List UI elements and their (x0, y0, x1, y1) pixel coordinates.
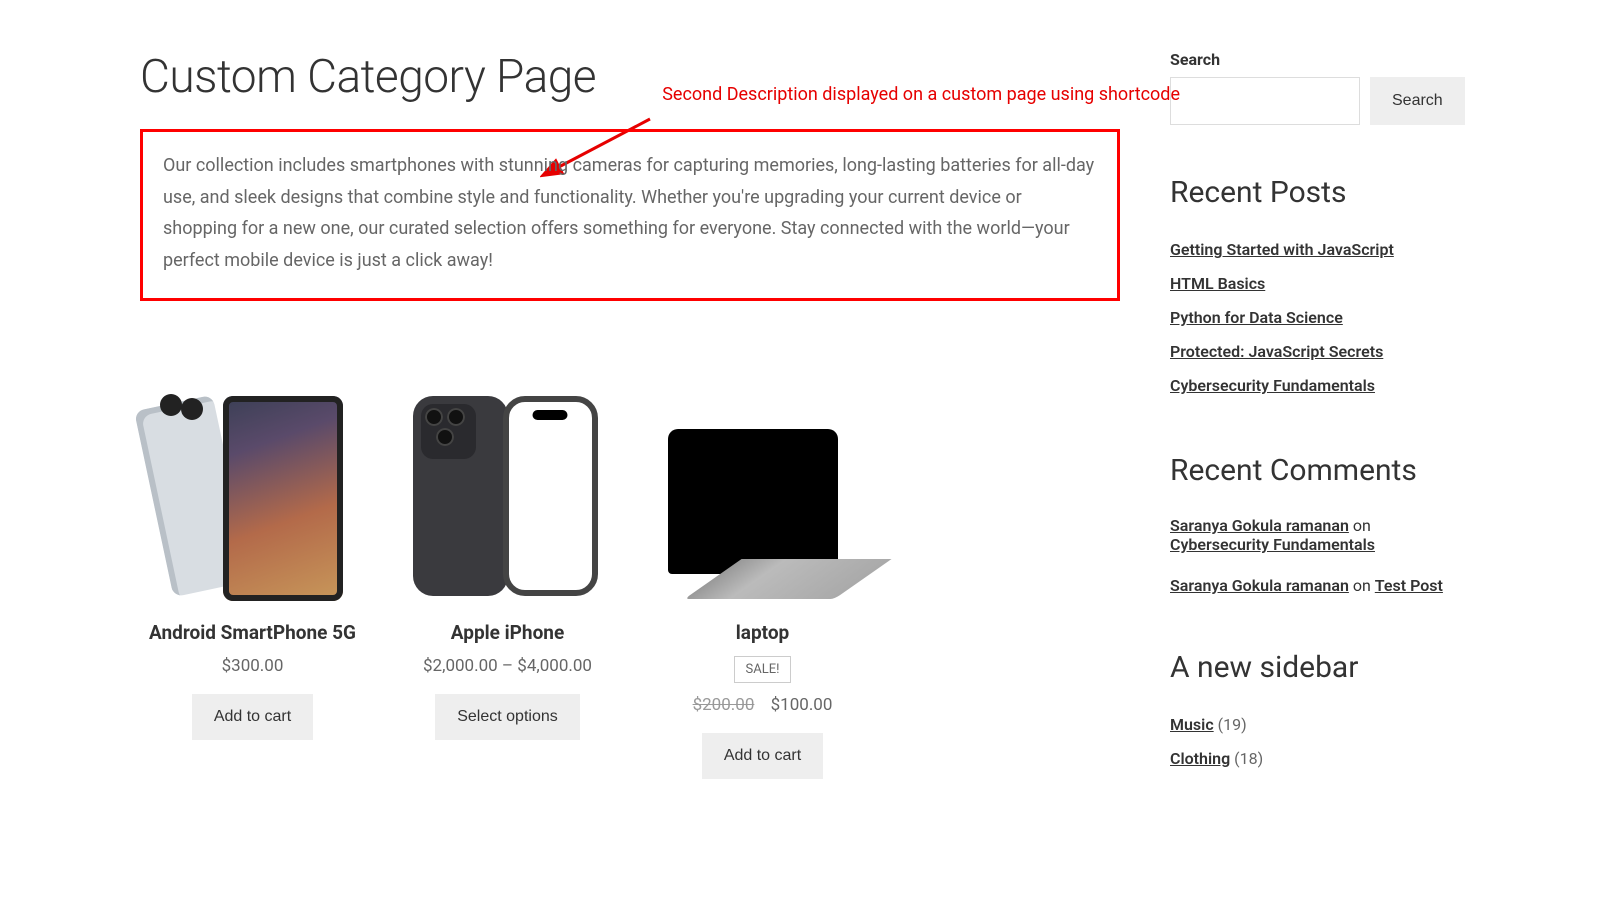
old-price: $200.00 (693, 695, 755, 715)
products-grid: Android SmartPhone 5G $300.00 Add to car… (140, 396, 1120, 779)
widget-title: Recent Posts (1170, 175, 1460, 210)
annotation-wrapper: Second Description displayed on a custom… (140, 129, 1120, 301)
comment-item: Saranya Gokula ramanan on Test Post (1170, 576, 1460, 595)
recent-post-link[interactable]: Cybersecurity Fundamentals (1170, 376, 1375, 395)
product-name[interactable]: Apple iPhone (395, 621, 620, 646)
product-image[interactable] (148, 396, 358, 606)
sale-badge: SALE! (734, 656, 792, 683)
category-list: Music (19) Clothing (18) (1170, 713, 1460, 771)
product-price: $300.00 (140, 656, 365, 676)
product-card: Android SmartPhone 5G $300.00 Add to car… (140, 396, 365, 740)
search-button[interactable]: Search (1370, 77, 1465, 125)
product-price: $2,000.00 – $4,000.00 (395, 656, 620, 676)
description-text: Our collection includes smartphones with… (163, 150, 1097, 276)
search-form: Search (1170, 77, 1460, 125)
annotation-text: Second Description displayed on a custom… (662, 84, 1180, 105)
category-count: (19) (1218, 715, 1247, 734)
comment-on-text: on (1353, 576, 1371, 595)
add-to-cart-button[interactable]: Add to cart (702, 733, 823, 779)
product-name[interactable]: laptop (650, 621, 875, 646)
product-name[interactable]: Android SmartPhone 5G (140, 621, 365, 646)
product-image[interactable] (403, 396, 613, 606)
new-sidebar-widget: A new sidebar Music (19) Clothing (18) (1170, 650, 1460, 771)
current-price: $100.00 (771, 695, 833, 715)
search-label: Search (1170, 50, 1460, 69)
comment-author-link[interactable]: Saranya Gokula ramanan (1170, 576, 1349, 595)
widget-title: Recent Comments (1170, 453, 1460, 488)
comment-post-link[interactable]: Test Post (1375, 576, 1443, 595)
comment-item: Saranya Gokula ramanan on Cybersecurity … (1170, 516, 1460, 554)
category-link[interactable]: Clothing (1170, 749, 1230, 768)
widget-title: A new sidebar (1170, 650, 1460, 685)
comment-author-link[interactable]: Saranya Gokula ramanan (1170, 516, 1349, 535)
category-link[interactable]: Music (1170, 715, 1214, 734)
select-options-button[interactable]: Select options (435, 694, 580, 740)
comment-on-text: on (1353, 516, 1371, 535)
comment-post-link[interactable]: Cybersecurity Fundamentals (1170, 535, 1375, 554)
product-card: laptop SALE! $200.00 $100.00 Add to cart (650, 396, 875, 779)
recent-posts-list: Getting Started with JavaScript HTML Bas… (1170, 238, 1460, 398)
description-box: Our collection includes smartphones with… (140, 129, 1120, 301)
recent-post-link[interactable]: HTML Basics (1170, 274, 1265, 293)
laptop-icon (658, 429, 868, 599)
product-price: $200.00 $100.00 (650, 695, 875, 715)
sidebar: Search Search Recent Posts Getting Start… (1170, 50, 1460, 826)
recent-post-link[interactable]: Protected: JavaScript Secrets (1170, 342, 1383, 361)
product-card: Apple iPhone $2,000.00 – $4,000.00 Selec… (395, 396, 620, 740)
category-count: (18) (1234, 749, 1263, 768)
add-to-cart-button[interactable]: Add to cart (192, 694, 313, 740)
recent-post-link[interactable]: Python for Data Science (1170, 308, 1343, 327)
product-image[interactable] (658, 396, 868, 606)
recent-comments-widget: Recent Comments Saranya Gokula ramanan o… (1170, 453, 1460, 595)
android-phone-icon (153, 396, 353, 606)
search-input[interactable] (1170, 77, 1360, 125)
recent-post-link[interactable]: Getting Started with JavaScript (1170, 240, 1394, 259)
iphone-icon (413, 396, 603, 606)
recent-posts-widget: Recent Posts Getting Started with JavaSc… (1170, 175, 1460, 398)
